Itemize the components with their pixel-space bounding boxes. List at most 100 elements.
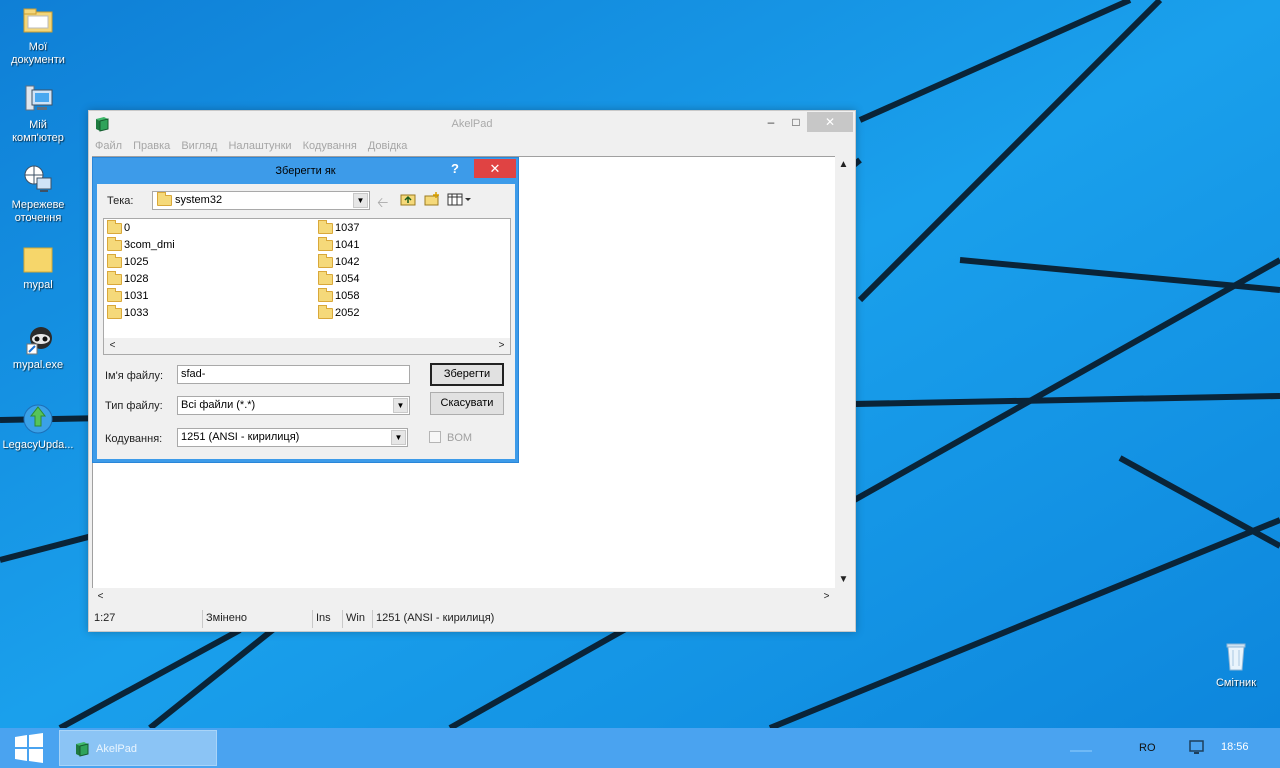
list-item[interactable]: 1033	[106, 305, 148, 321]
documents-folder-icon	[21, 4, 55, 38]
list-item[interactable]: 1037	[317, 220, 359, 236]
list-item[interactable]: 3com_dmi	[106, 237, 175, 253]
vertical-scrollbar[interactable]: ▲ ▼	[835, 156, 852, 588]
list-item[interactable]: 0	[106, 220, 130, 236]
status-bar: 1:27 Змінено Ins Win 1251 (ANSI - кирили…	[89, 608, 855, 630]
taskbar-show-desktop-line	[1070, 750, 1092, 752]
folder-icon	[21, 242, 55, 276]
desktop-icon-my-computer[interactable]: Мій комп'ютер	[0, 82, 76, 145]
taskbar: AkelPad RO 18:56	[0, 728, 1280, 768]
folder-label: Тека:	[107, 195, 134, 207]
help-button[interactable]: ?	[448, 161, 462, 176]
menu-file[interactable]: Файл	[89, 137, 126, 155]
desktop-icon-mypal-folder[interactable]: mypal	[0, 242, 76, 292]
horizontal-scrollbar[interactable]: < >	[92, 588, 835, 605]
taskbar-app-akelpad[interactable]: AkelPad	[59, 730, 217, 766]
menu-help[interactable]: Довідка	[364, 137, 412, 155]
menu-settings[interactable]: Налаштунки	[224, 137, 295, 155]
desktop-icon-label: Мої документи	[11, 41, 65, 66]
list-item[interactable]: 2052	[317, 305, 359, 321]
dialog-body: Тека: system32 ▼ 🡠 0 3com_dmi 1025 1028 …	[97, 184, 515, 459]
network-tray-icon[interactable]	[1187, 739, 1205, 755]
desktop-icon-mypal-exe[interactable]: mypal.exe	[0, 322, 76, 372]
folder-icon	[318, 288, 333, 302]
folder-icon	[107, 237, 122, 251]
scroll-left-icon[interactable]: <	[92, 588, 109, 605]
encoding-value: 1251 (ANSI - кирилиця)	[181, 431, 300, 443]
status-insert-mode: Ins	[313, 610, 343, 628]
list-item[interactable]: 1028	[106, 271, 148, 287]
save-as-dialog[interactable]: Зберегти як ? ✕ Тека: system32 ▼ 🡠 0 3co…	[92, 157, 519, 463]
desktop-icon-network[interactable]: Мережеве оточення	[0, 162, 76, 225]
window-title: AkelPad	[451, 118, 493, 130]
status-position: 1:27	[91, 610, 203, 628]
clock[interactable]: 18:56	[1221, 741, 1249, 753]
scroll-right-icon[interactable]: >	[493, 338, 510, 354]
folder-icon	[318, 305, 333, 319]
up-folder-icon[interactable]	[400, 192, 416, 206]
scroll-left-icon[interactable]: <	[104, 338, 121, 354]
list-item[interactable]: 1058	[317, 288, 359, 304]
list-item[interactable]: 1025	[106, 254, 148, 270]
folder-icon	[318, 271, 333, 285]
windows-logo-icon	[15, 733, 43, 763]
bom-checkbox[interactable]	[429, 431, 441, 443]
file-list-scrollbar[interactable]: < >	[104, 338, 510, 354]
filetype-label: Тип файлу:	[105, 400, 163, 412]
close-button[interactable]: ✕	[807, 112, 853, 132]
cancel-button[interactable]: Скасувати	[430, 392, 504, 415]
menu-encoding[interactable]: Кодування	[299, 137, 361, 155]
folder-select[interactable]: system32 ▼	[152, 191, 370, 210]
raccoon-app-icon	[21, 322, 55, 356]
desktop-icon-label: Мій комп'ютер	[12, 119, 64, 144]
window-titlebar[interactable]: AkelPad – □ ✕	[89, 111, 855, 137]
akelpad-app-icon	[74, 741, 90, 760]
encoding-label: Кодування:	[105, 433, 163, 445]
status-modified: Змінено	[203, 610, 313, 628]
scroll-down-icon[interactable]: ▼	[835, 571, 852, 588]
new-folder-icon[interactable]	[424, 192, 440, 206]
desktop-icon-my-documents[interactable]: Мої документи	[0, 4, 76, 67]
list-item[interactable]: 1054	[317, 271, 359, 287]
filename-label: Ім'я файлу:	[105, 370, 164, 382]
start-button[interactable]	[0, 728, 58, 768]
encoding-select[interactable]: 1251 (ANSI - кирилиця) ▼	[177, 428, 408, 447]
desktop-icon-label: LegacyUpda...	[2, 439, 74, 451]
desktop-icon-label: mypal.exe	[12, 359, 64, 371]
scroll-right-icon[interactable]: >	[818, 588, 835, 605]
update-globe-icon	[21, 402, 55, 436]
list-item[interactable]: 1042	[317, 254, 359, 270]
desktop-icon-label: Мережеве оточення	[11, 199, 65, 224]
scroll-up-icon[interactable]: ▲	[835, 156, 852, 173]
chevron-down-icon[interactable]: ▼	[393, 398, 408, 413]
menu-view[interactable]: Вигляд	[177, 137, 221, 155]
bom-label: BOM	[447, 432, 473, 444]
back-icon[interactable]: 🡠	[377, 192, 388, 216]
folder-icon	[157, 192, 172, 206]
desktop-icon-label: Смітник	[1215, 677, 1257, 689]
view-menu-icon[interactable]	[447, 192, 471, 206]
chevron-down-icon[interactable]: ▼	[391, 430, 406, 445]
folder-icon	[318, 254, 333, 268]
menu-edit[interactable]: Правка	[129, 137, 174, 155]
filetype-select[interactable]: Всі файли (*.*) ▼	[177, 396, 410, 415]
dialog-close-button[interactable]: ✕	[474, 159, 516, 178]
language-indicator[interactable]: RO	[1139, 742, 1156, 754]
status-encoding: 1251 (ANSI - кирилиця)	[376, 612, 495, 624]
filename-input[interactable]: sfad-	[177, 365, 410, 384]
desktop-icon-recycle-bin[interactable]: Смітник	[1198, 640, 1274, 690]
folder-icon	[318, 220, 333, 234]
desktop-icon-label: mypal	[23, 279, 53, 291]
filetype-value: Всі файли (*.*)	[181, 399, 256, 411]
recycle-bin-icon	[1219, 640, 1253, 674]
status-newline: Win	[343, 610, 373, 628]
list-item[interactable]: 1031	[106, 288, 148, 304]
folder-icon	[107, 288, 122, 302]
taskbar-app-label: AkelPad	[96, 743, 137, 755]
file-list[interactable]: 0 3com_dmi 1025 1028 1031 1033 1037 1041…	[103, 218, 511, 355]
desktop-icon-legacy-update[interactable]: LegacyUpda...	[0, 402, 76, 452]
save-button[interactable]: Зберегти	[430, 363, 504, 386]
list-item[interactable]: 1041	[317, 237, 359, 253]
chevron-down-icon[interactable]: ▼	[353, 193, 368, 208]
computer-icon	[21, 82, 55, 116]
